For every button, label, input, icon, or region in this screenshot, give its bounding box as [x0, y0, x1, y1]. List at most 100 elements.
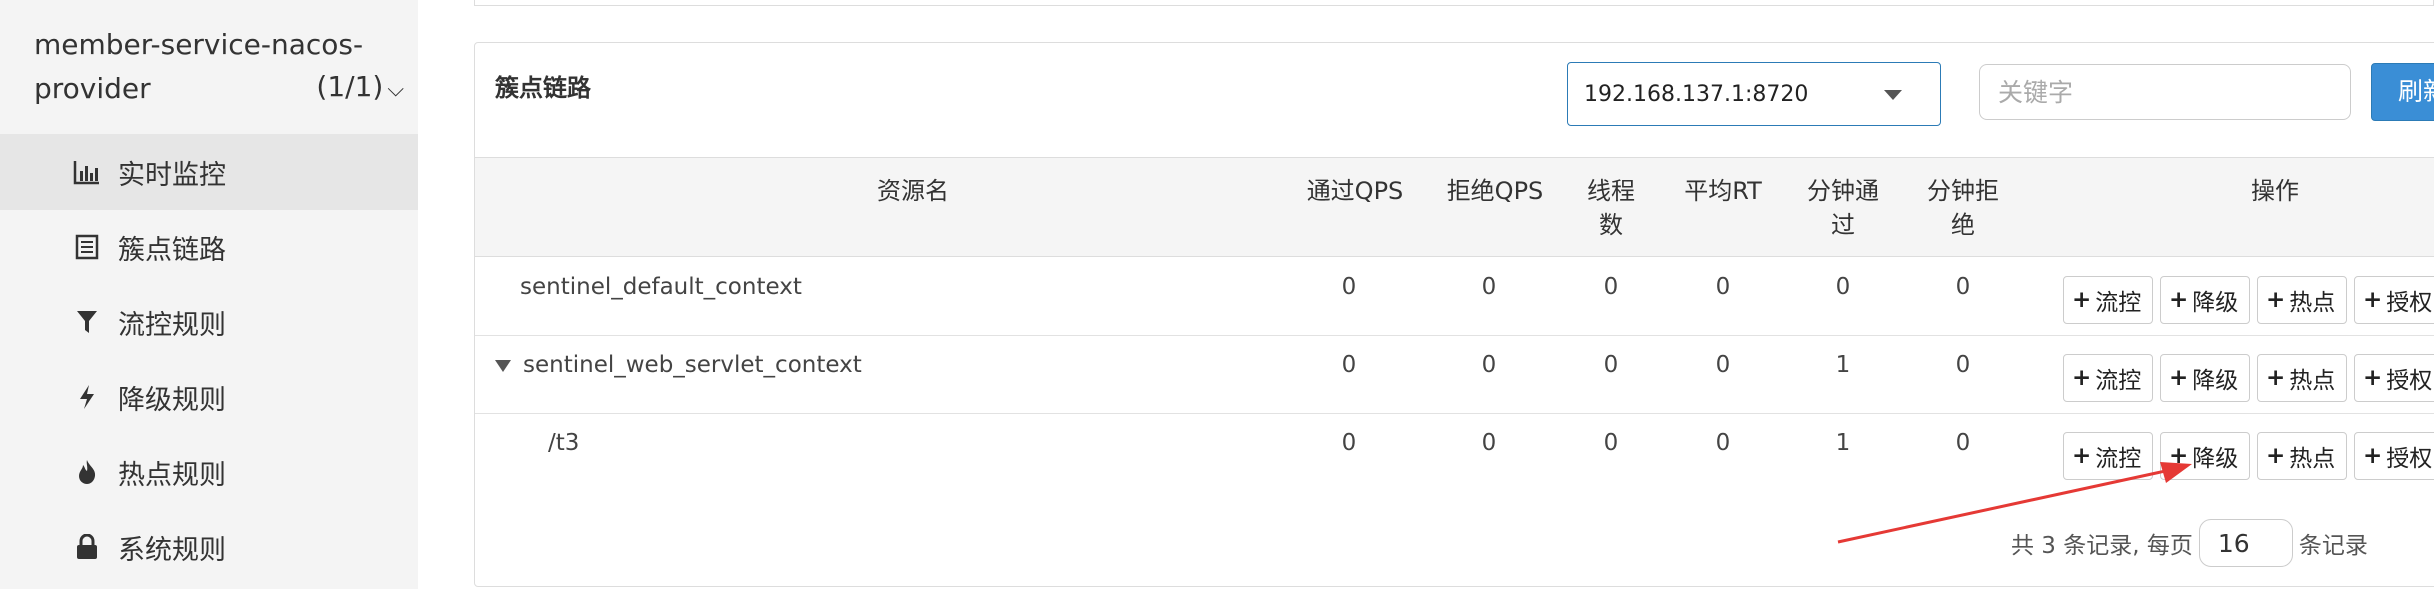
- plus-icon: +: [2072, 287, 2092, 313]
- app-name-line2: provider: [34, 71, 151, 105]
- app-selector[interactable]: member-service-nacos- provider (1/1) ⌵: [34, 24, 404, 111]
- flow-control-label: 流控: [2095, 446, 2142, 472]
- header-minute-pass: 分钟通 过: [1795, 174, 1891, 242]
- pass-qps: 0: [1341, 274, 1357, 300]
- pass-qps: 0: [1341, 352, 1357, 378]
- sidebar-item-label: 系统规则: [118, 534, 226, 566]
- plus-icon: +: [2169, 287, 2189, 313]
- header-threads-line2: 数: [1599, 211, 1623, 239]
- authorize-button[interactable]: + 授权: [2354, 354, 2434, 402]
- records-suffix: 条记录: [2298, 533, 2368, 559]
- total-records-text: 共 3 条记录, 每页: [2011, 533, 2193, 559]
- minute-pass: 1: [1835, 352, 1851, 378]
- header-minute-block: 分钟拒 绝: [1915, 174, 2011, 242]
- hotspot-button[interactable]: + 热点: [2257, 354, 2347, 402]
- resource-name: sentinel_web_servlet_context: [523, 352, 862, 378]
- flow-control-label: 流控: [2095, 290, 2142, 316]
- hotspot-button[interactable]: + 热点: [2257, 432, 2347, 480]
- authorize-label: 授权: [2386, 446, 2433, 472]
- plus-icon: +: [2363, 287, 2383, 313]
- hotspot-label: 热点: [2289, 368, 2336, 394]
- collapse-triangle-icon[interactable]: [495, 359, 511, 372]
- header-minute-pass-line1: 分钟通: [1807, 177, 1879, 205]
- header-minute-pass-line2: 过: [1831, 211, 1855, 239]
- keyword-search-input[interactable]: [1979, 64, 2351, 120]
- block-qps: 0: [1481, 274, 1497, 300]
- hotspot-label: 热点: [2289, 290, 2336, 316]
- plus-icon: +: [2266, 287, 2286, 313]
- flow-control-button[interactable]: + 流控: [2063, 276, 2153, 324]
- header-minute-block-line1: 分钟拒: [1927, 177, 1999, 205]
- hotspot-label: 热点: [2289, 446, 2336, 472]
- caret-down-icon: [1884, 90, 1902, 100]
- bar-chart-icon: [72, 157, 102, 187]
- lock-icon: [72, 532, 102, 562]
- header-block-qps: 拒绝QPS: [1446, 177, 1544, 205]
- plus-icon: +: [2266, 365, 2286, 391]
- resource-name-cell: sentinel_web_servlet_context: [495, 352, 862, 378]
- sidebar-item-label: 流控规则: [118, 309, 226, 341]
- header-threads: 线程 数: [1571, 174, 1651, 242]
- pagination: 共 3 条记录, 每页 条记录: [2011, 519, 2368, 567]
- chevron-down-icon[interactable]: ⌵: [387, 77, 404, 102]
- filter-icon: [72, 307, 102, 337]
- sidebar-item-hotspot-rules[interactable]: 热点规则: [0, 434, 418, 510]
- degrade-label: 降级: [2192, 368, 2239, 394]
- degrade-label: 降级: [2192, 290, 2239, 316]
- degrade-button[interactable]: + 降级: [2160, 276, 2250, 324]
- degrade-button[interactable]: + 降级: [2160, 432, 2250, 480]
- machine-select-value: 192.168.137.1:8720: [1584, 81, 1809, 107]
- refresh-button[interactable]: 刷新: [2371, 63, 2434, 121]
- avg-rt: 0: [1715, 274, 1731, 300]
- sidebar-item-system-rules[interactable]: 系统规则: [0, 509, 418, 585]
- flow-control-button[interactable]: + 流控: [2063, 354, 2153, 402]
- table-row: sentinel_web_servlet_context 0 0 0 0 1 0…: [475, 336, 2434, 414]
- header-avg-rt: 平均RT: [1684, 177, 1762, 205]
- authorize-button[interactable]: + 授权: [2354, 276, 2434, 324]
- degrade-button[interactable]: + 降级: [2160, 354, 2250, 402]
- list-icon: [72, 232, 102, 262]
- minute-pass: 0: [1835, 274, 1851, 300]
- machine-select[interactable]: 192.168.137.1:8720: [1567, 62, 1941, 126]
- fire-icon: [72, 457, 102, 487]
- cluster-chain-panel: 簇点链路 192.168.137.1:8720 刷新 资源名 通过QPS 拒绝Q…: [474, 42, 2434, 587]
- minute-block: 0: [1955, 430, 1971, 456]
- hotspot-button[interactable]: + 热点: [2257, 276, 2347, 324]
- sidebar-item-realtime-monitor[interactable]: 实时监控: [0, 134, 418, 210]
- authorize-label: 授权: [2386, 290, 2433, 316]
- plus-icon: +: [2363, 365, 2383, 391]
- table-header: 资源名 通过QPS 拒绝QPS 线程 数 平均RT 分钟通 过 分钟拒 绝 操作: [475, 157, 2434, 257]
- resource-name: sentinel_default_context: [520, 274, 802, 300]
- avg-rt: 0: [1715, 352, 1731, 378]
- sidebar-item-label: 簇点链路: [118, 234, 226, 266]
- panel-title: 簇点链路: [495, 74, 591, 102]
- threads: 0: [1603, 430, 1619, 456]
- authorize-button[interactable]: + 授权: [2354, 432, 2434, 480]
- instance-count: (1/1): [316, 70, 384, 103]
- threads: 0: [1603, 274, 1619, 300]
- header-pass-qps: 通过QPS: [1306, 177, 1404, 205]
- previous-panel-edge: [474, 0, 2434, 6]
- header-resource: 资源名: [877, 177, 949, 205]
- header-threads-line1: 线程: [1587, 177, 1635, 205]
- sidebar: member-service-nacos- provider (1/1) ⌵ 实时…: [0, 0, 418, 589]
- sidebar-item-degrade-rules[interactable]: 降级规则: [0, 359, 418, 435]
- header-minute-block-line2: 绝: [1951, 211, 1975, 239]
- plus-icon: +: [2363, 443, 2383, 469]
- minute-pass: 1: [1835, 430, 1851, 456]
- flow-control-button[interactable]: + 流控: [2063, 432, 2153, 480]
- plus-icon: +: [2072, 365, 2092, 391]
- flash-icon: [72, 382, 102, 412]
- minute-block: 0: [1955, 352, 1971, 378]
- resource-name: /t3: [548, 430, 580, 456]
- sidebar-item-flow-rules[interactable]: 流控规则: [0, 284, 418, 360]
- sidebar-item-label: 实时监控: [118, 159, 226, 191]
- header-actions: 操作: [2251, 177, 2299, 205]
- page-size-input[interactable]: [2198, 519, 2293, 567]
- pass-qps: 0: [1341, 430, 1357, 456]
- flow-control-label: 流控: [2095, 368, 2142, 394]
- block-qps: 0: [1481, 430, 1497, 456]
- minute-block: 0: [1955, 274, 1971, 300]
- sidebar-item-cluster-chain[interactable]: 簇点链路: [0, 209, 418, 285]
- degrade-label: 降级: [2192, 446, 2239, 472]
